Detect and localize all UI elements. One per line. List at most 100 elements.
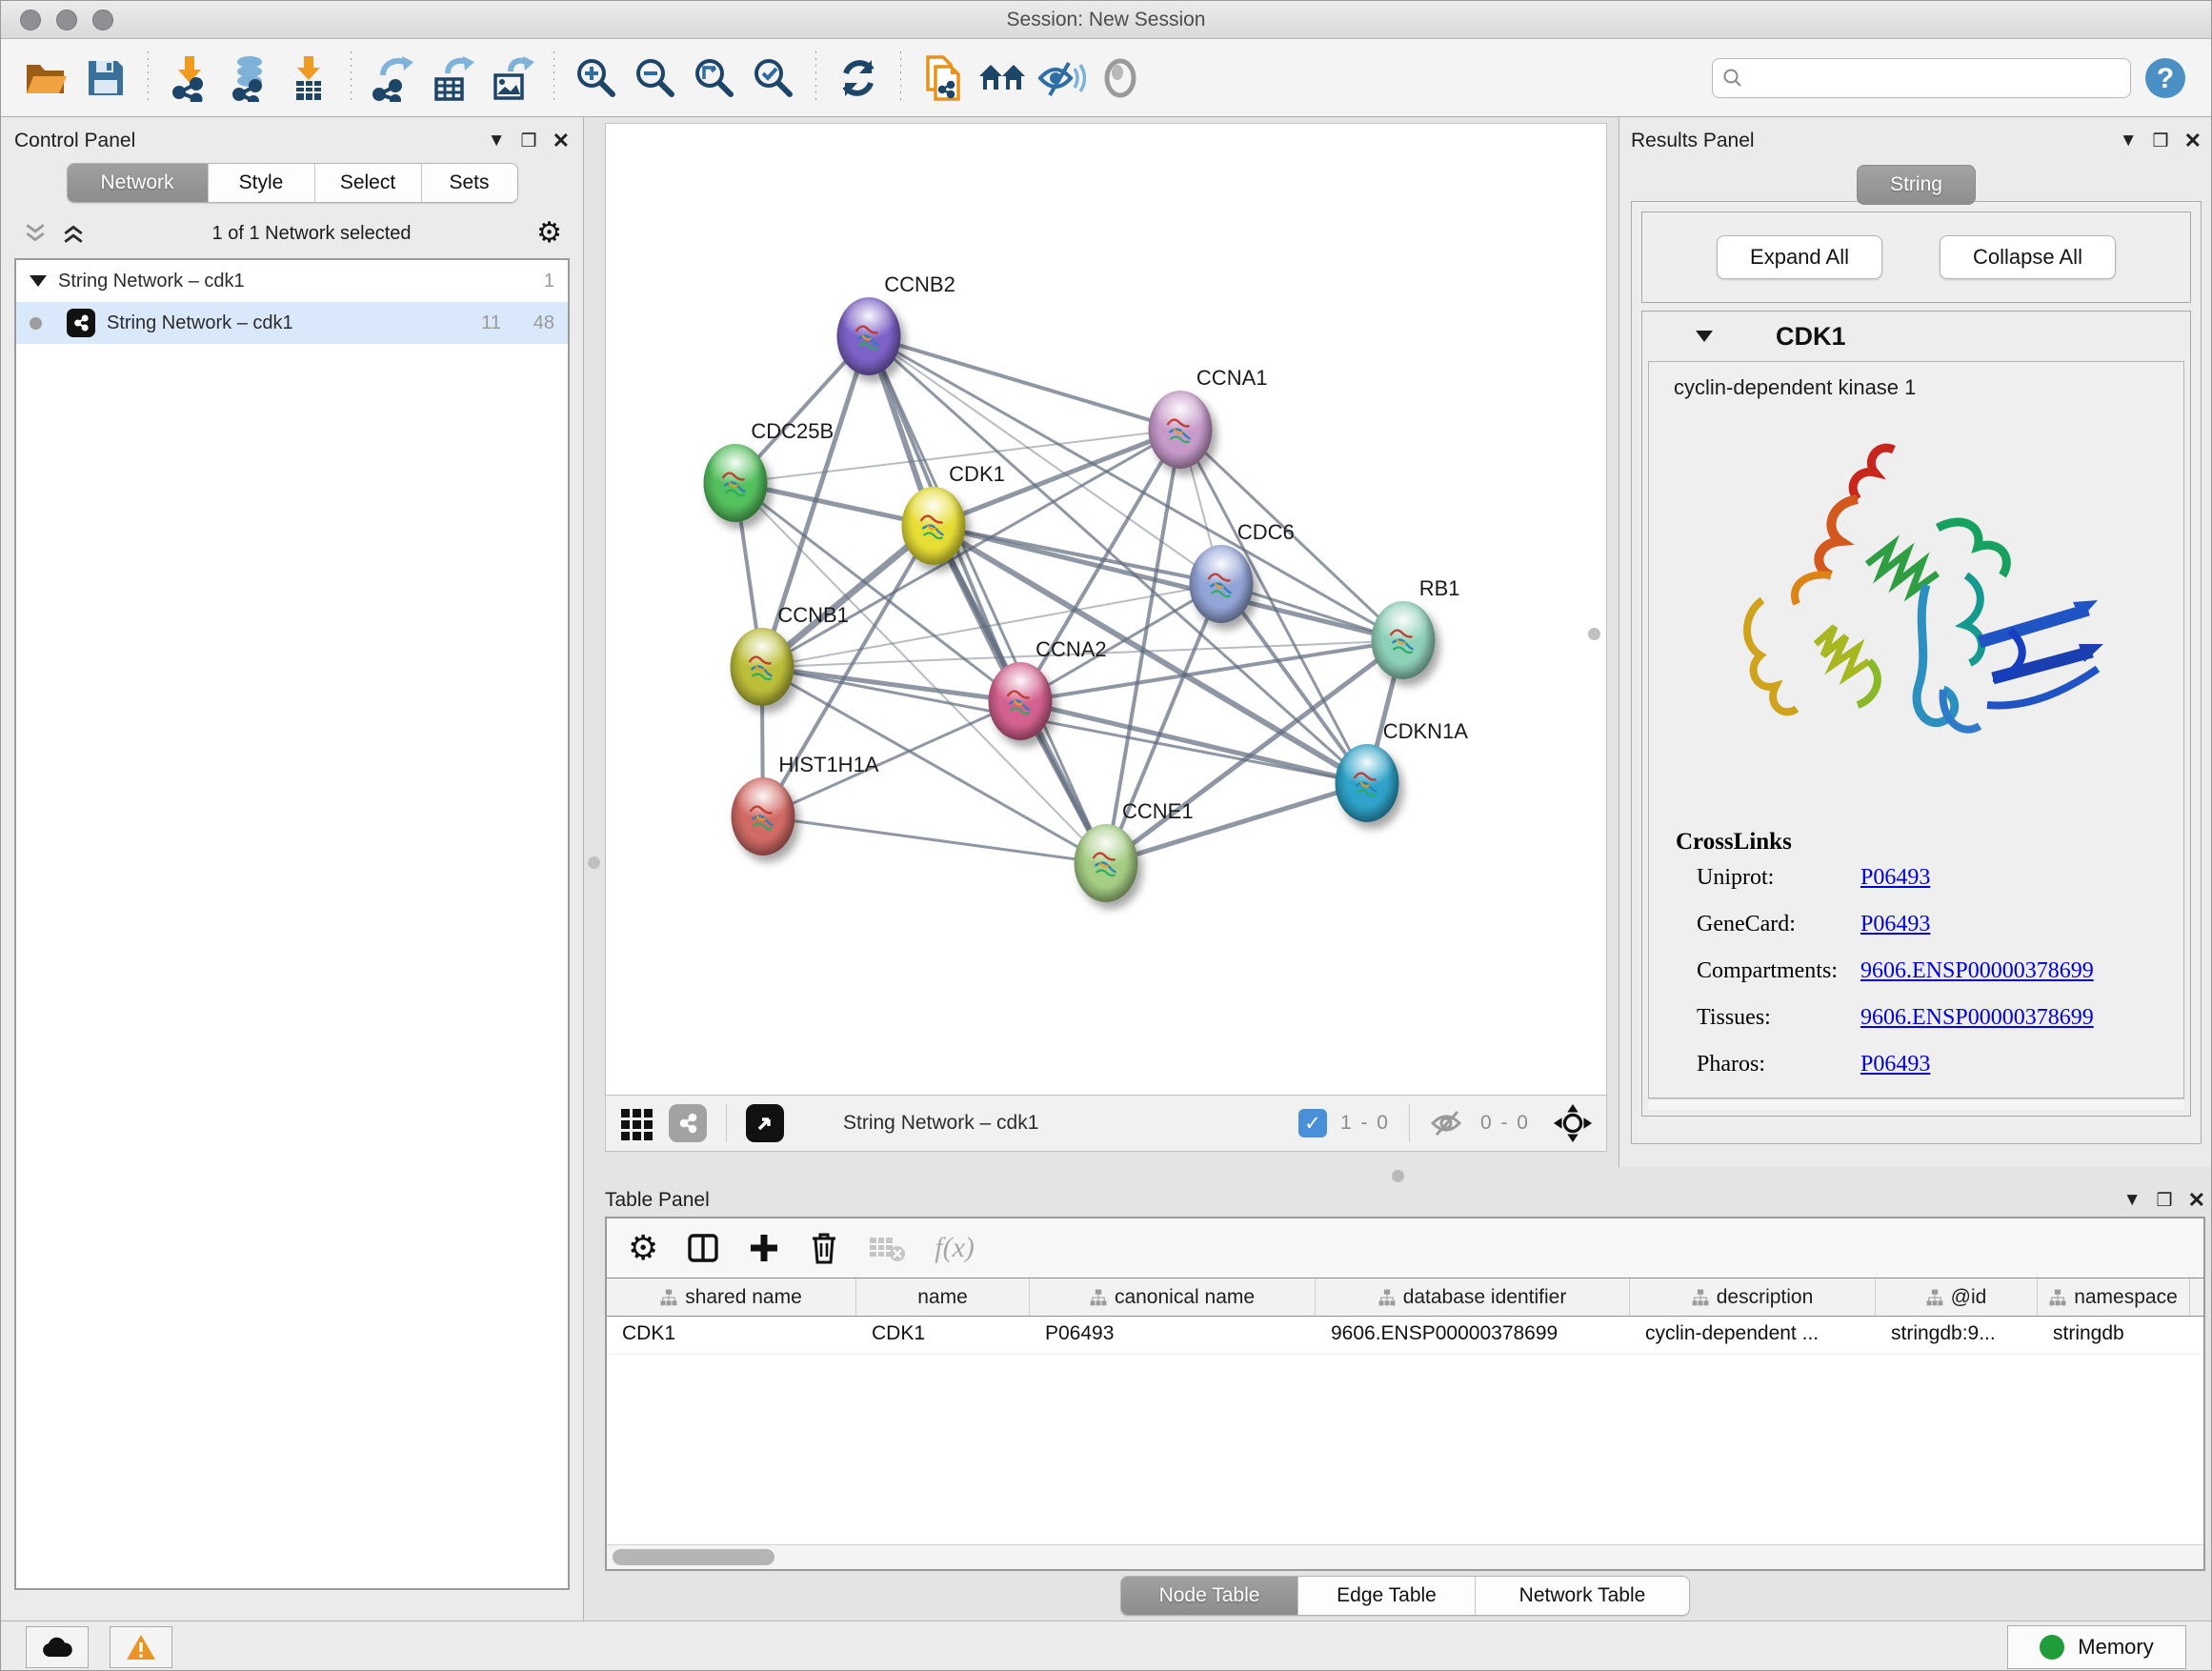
birds-eye-view-icon[interactable] xyxy=(746,1104,784,1142)
table-options-gear-icon[interactable]: ⚙ xyxy=(628,1231,658,1265)
expand-all-icon[interactable] xyxy=(60,222,87,245)
node-ball[interactable] xyxy=(1075,824,1138,902)
collapse-panel-icon[interactable]: ▼ xyxy=(488,131,506,151)
network-node-HIST1H1A[interactable]: HIST1H1A xyxy=(731,777,794,856)
entry-expand-icon[interactable] xyxy=(1696,331,1713,342)
node-ball[interactable] xyxy=(836,297,900,375)
save-session-icon[interactable] xyxy=(81,53,131,103)
export-table-icon[interactable] xyxy=(428,53,477,103)
right-splitter-grip[interactable] xyxy=(1588,628,1600,640)
clone-network-icon[interactable] xyxy=(918,53,968,103)
table-horizontal-scrollbar[interactable] xyxy=(607,1544,2203,1569)
network-node-RB1[interactable]: RB1 xyxy=(1372,601,1436,679)
network-node-CCNA1[interactable]: CCNA1 xyxy=(1149,391,1213,469)
import-network-database-icon[interactable] xyxy=(225,53,274,103)
selected-items-checkbox-icon[interactable]: ✓ xyxy=(1298,1109,1327,1137)
tab-edge-table[interactable]: Edge Table xyxy=(1298,1577,1476,1615)
table-cell[interactable]: stringdb xyxy=(2038,1317,2190,1354)
tab-network[interactable]: Network xyxy=(68,164,209,202)
network-node-CDC25B[interactable]: CDC25B xyxy=(703,444,767,522)
crosslink-link[interactable]: P06493 xyxy=(1860,1052,1930,1077)
node-ball[interactable] xyxy=(1372,601,1436,679)
network-collection-row[interactable]: String Network – cdk1 1 xyxy=(16,260,568,302)
node-ball[interactable] xyxy=(901,487,965,565)
function-builder-icon[interactable]: f(x) xyxy=(935,1232,975,1264)
network-node-CCNB1[interactable]: CCNB1 xyxy=(730,628,794,706)
network-node-CDKN1A[interactable]: CDKN1A xyxy=(1336,744,1399,822)
network-edge[interactable] xyxy=(869,336,1181,430)
crosslink-link[interactable]: 9606.ENSP00000378699 xyxy=(1860,1005,2094,1031)
zoom-selected-icon[interactable] xyxy=(749,53,798,103)
column-header[interactable]: namespace xyxy=(2038,1278,2190,1316)
column-header[interactable]: shared name xyxy=(607,1278,856,1316)
left-splitter-grip[interactable] xyxy=(588,856,600,869)
table-cell[interactable]: stringdb:9... xyxy=(1876,1317,2038,1354)
tab-string[interactable]: String xyxy=(1857,165,1976,205)
zoom-fit-icon[interactable] xyxy=(690,53,739,103)
delete-column-icon[interactable] xyxy=(809,1231,839,1265)
table-cell[interactable]: cyclin-dependent ... xyxy=(1630,1317,1876,1354)
cloud-button[interactable] xyxy=(26,1626,89,1668)
table-cell[interactable]: CDK1 xyxy=(856,1317,1030,1354)
column-header[interactable]: name xyxy=(856,1278,1030,1316)
collapse-all-button[interactable]: Collapse All xyxy=(1940,235,2116,279)
delete-table-icon[interactable] xyxy=(868,1234,906,1262)
network-node-CCNA2[interactable]: CCNA2 xyxy=(988,662,1052,740)
node-ball[interactable] xyxy=(703,444,767,522)
tab-sets[interactable]: Sets xyxy=(422,164,517,202)
network-edge[interactable] xyxy=(763,816,1107,863)
close-panel-icon[interactable]: ✕ xyxy=(553,129,570,153)
network-options-gear-icon[interactable]: ⚙ xyxy=(536,219,562,248)
tab-select[interactable]: Select xyxy=(315,164,422,202)
node-ball[interactable] xyxy=(730,628,794,706)
create-column-icon[interactable] xyxy=(748,1232,780,1264)
close-panel-icon[interactable]: ✕ xyxy=(2188,1188,2205,1213)
hide-graphics-details-icon[interactable] xyxy=(1036,53,1086,103)
grid-view-icon[interactable] xyxy=(619,1105,655,1141)
collapse-all-icon[interactable] xyxy=(22,222,49,245)
home-icon[interactable] xyxy=(977,53,1027,103)
crosslink-link[interactable]: P06493 xyxy=(1860,912,1930,937)
node-ball[interactable] xyxy=(1336,744,1399,822)
column-header[interactable]: @id xyxy=(1876,1278,2038,1316)
tab-style[interactable]: Style xyxy=(209,164,315,202)
network-node-CDK1[interactable]: CDK1 xyxy=(901,487,965,565)
export-image-icon[interactable] xyxy=(487,53,536,103)
fit-selected-crosshair-icon[interactable] xyxy=(1553,1103,1593,1143)
import-table-icon[interactable] xyxy=(284,53,333,103)
collection-expand-icon[interactable] xyxy=(30,275,47,287)
network-canvas[interactable]: CCNB2 CCNA1 CDC25B CDK1 CDC6 RB1 CCNB1 xyxy=(605,123,1607,1095)
import-network-file-icon[interactable] xyxy=(166,53,215,103)
table-cell[interactable]: CDK1 xyxy=(607,1317,856,1354)
network-row[interactable]: String Network – cdk1 11 48 xyxy=(16,302,568,344)
float-panel-icon[interactable]: ❒ xyxy=(2157,1190,2173,1212)
scrollbar-thumb[interactable] xyxy=(613,1549,774,1565)
node-ball[interactable] xyxy=(988,662,1052,740)
collapse-panel-icon[interactable]: ▼ xyxy=(2120,131,2138,151)
crosslink-link[interactable]: P06493 xyxy=(1860,865,1930,891)
show-columns-icon[interactable] xyxy=(687,1232,719,1264)
column-header[interactable]: canonical name xyxy=(1030,1278,1316,1316)
column-header[interactable]: database identifier xyxy=(1316,1278,1630,1316)
show-graphics-details-icon[interactable] xyxy=(1096,53,1145,103)
float-panel-icon[interactable]: ❒ xyxy=(2153,131,2169,152)
horizontal-splitter[interactable] xyxy=(584,1167,2211,1184)
float-panel-icon[interactable]: ❒ xyxy=(521,131,537,152)
crosslink-link[interactable]: 9606.ENSP00000378699 xyxy=(1860,958,2094,984)
zoom-in-icon[interactable] xyxy=(572,53,621,103)
memory-button[interactable]: Memory xyxy=(2007,1625,2186,1669)
network-edge[interactable] xyxy=(869,336,1107,863)
network-node-CCNB2[interactable]: CCNB2 xyxy=(836,297,900,375)
refresh-icon[interactable] xyxy=(834,53,883,103)
column-header[interactable]: description xyxy=(1630,1278,1876,1316)
search-input[interactable] xyxy=(1751,67,2121,89)
detach-view-icon[interactable] xyxy=(669,1104,707,1142)
warnings-button[interactable] xyxy=(110,1626,172,1668)
help-icon[interactable]: ? xyxy=(2141,53,2190,103)
node-ball[interactable] xyxy=(731,777,794,856)
network-node-CCNE1[interactable]: CCNE1 xyxy=(1075,824,1138,902)
node-ball[interactable] xyxy=(1190,545,1254,623)
close-panel-icon[interactable]: ✕ xyxy=(2184,129,2202,153)
zoom-out-icon[interactable] xyxy=(631,53,680,103)
open-session-icon[interactable] xyxy=(22,53,71,103)
